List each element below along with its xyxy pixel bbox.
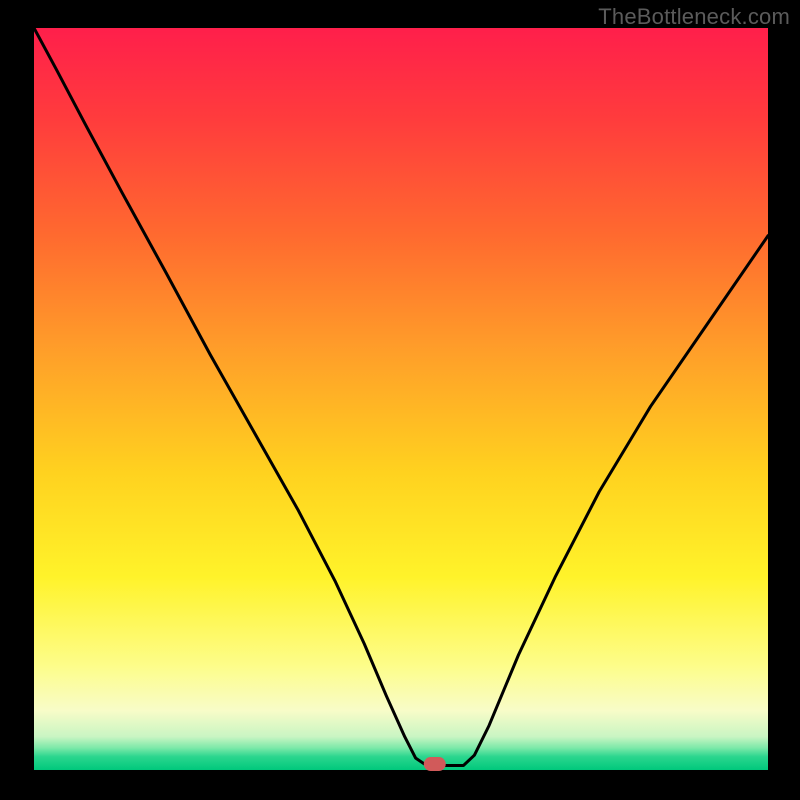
plot-background <box>34 28 768 770</box>
chart-canvas <box>0 0 800 800</box>
optimal-point <box>424 757 446 771</box>
watermark-text: TheBottleneck.com <box>598 4 790 30</box>
bottleneck-chart: TheBottleneck.com <box>0 0 800 800</box>
